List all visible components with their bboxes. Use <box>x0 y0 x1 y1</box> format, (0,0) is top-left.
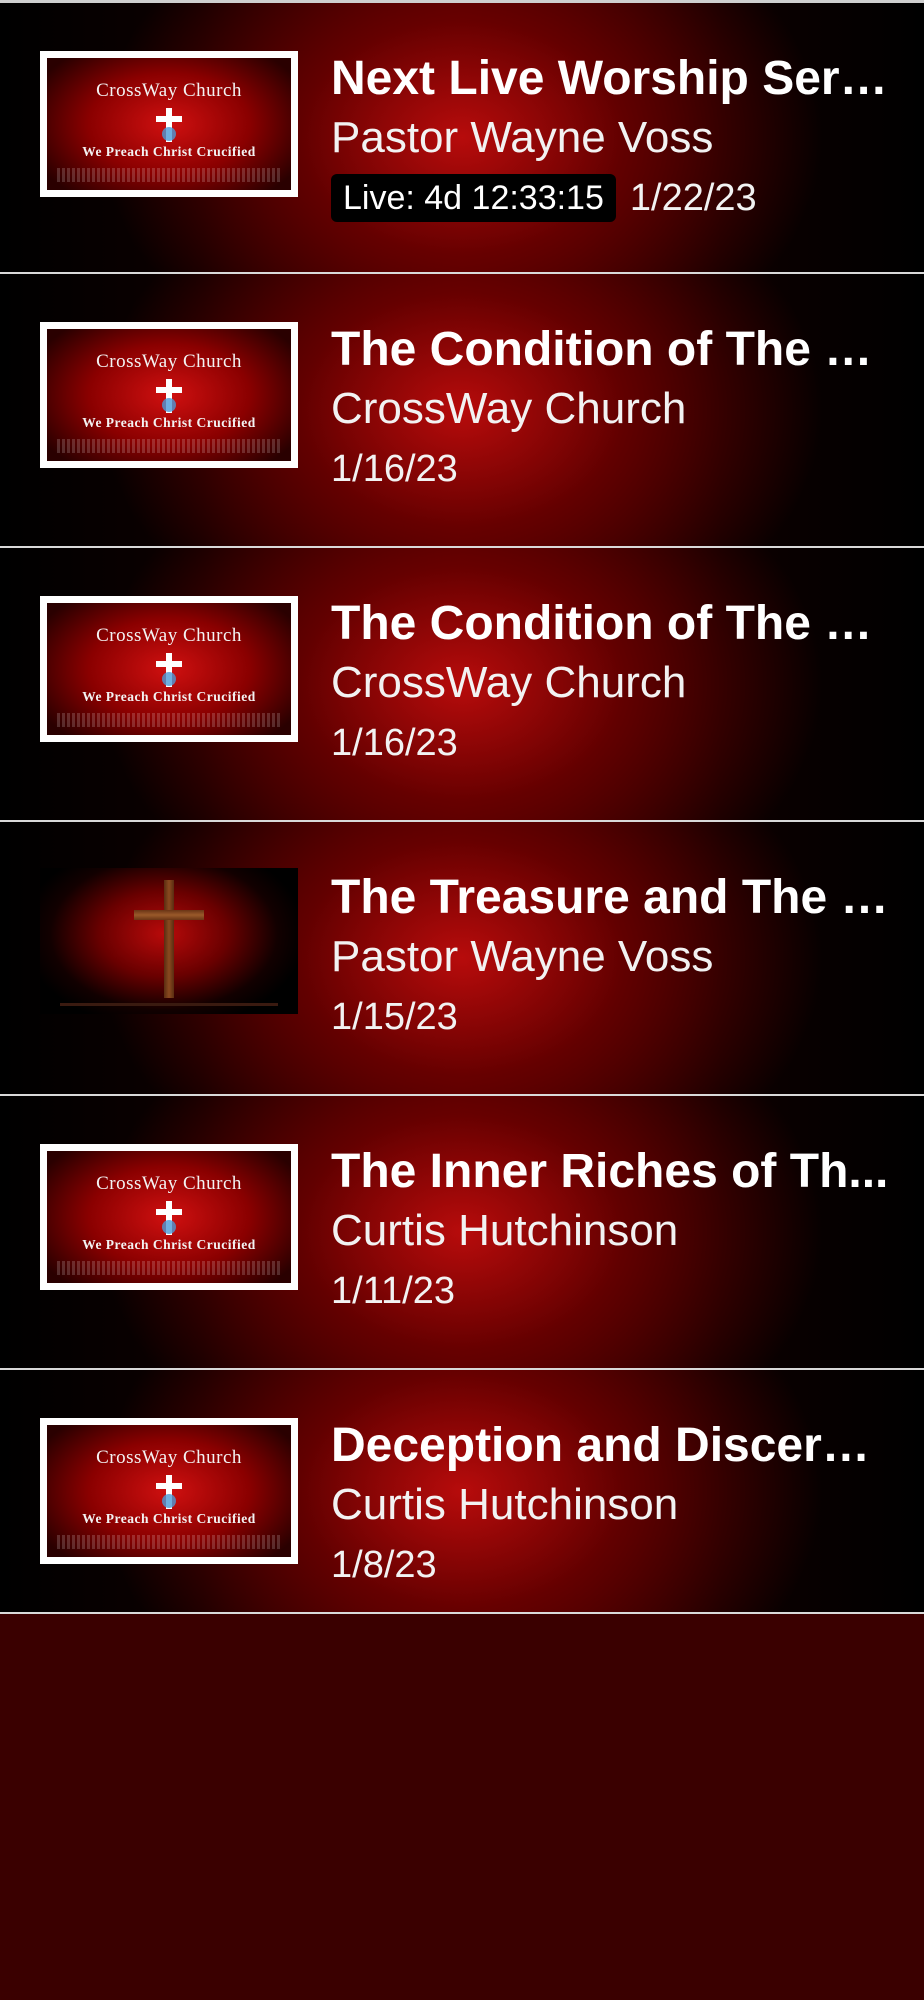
sermon-list-item[interactable]: CrossWay Church We Preach Christ Crucifi… <box>0 274 924 548</box>
logo-title: CrossWay Church <box>96 1173 242 1194</box>
sermon-title: The Condition of The C... <box>331 597 891 650</box>
wooden-cross-icon <box>134 880 204 1000</box>
logo-tagline: We Preach Christ Crucified <box>82 415 256 430</box>
sermon-list: CrossWay Church We Preach Christ Crucifi… <box>0 0 924 1614</box>
live-countdown-badge: Live: 4d 12:33:15 <box>331 174 616 222</box>
cross-icon <box>156 1475 182 1509</box>
logo-tagline: We Preach Christ Crucified <box>82 1237 256 1252</box>
sermon-date: 1/22/23 <box>629 177 757 219</box>
logo-title: CrossWay Church <box>96 625 242 646</box>
sermon-speaker: Pastor Wayne Voss <box>331 932 714 981</box>
sermon-list-item[interactable]: CrossWay Church We Preach Christ Crucifi… <box>0 1096 924 1370</box>
sermon-list-item[interactable]: CrossWay Church We Preach Christ Crucifi… <box>0 0 924 274</box>
sermon-thumbnail: CrossWay Church We Preach Christ Crucifi… <box>40 596 298 742</box>
sermon-speaker: Pastor Wayne Voss <box>331 113 714 162</box>
sermon-list-item[interactable]: The Treasure and The T... Pastor Wayne V… <box>0 822 924 1096</box>
logo-title: CrossWay Church <box>96 80 242 101</box>
logo-tagline: We Preach Christ Crucified <box>82 689 256 704</box>
sermon-date: 1/16/23 <box>331 448 458 490</box>
sermon-thumbnail: CrossWay Church We Preach Christ Crucifi… <box>40 322 298 468</box>
cross-icon <box>156 1201 182 1235</box>
sermon-thumbnail: CrossWay Church We Preach Christ Crucifi… <box>40 1418 298 1564</box>
cross-icon <box>156 653 182 687</box>
sermon-thumbnail: CrossWay Church We Preach Christ Crucifi… <box>40 1144 298 1290</box>
sermon-list-item[interactable]: CrossWay Church We Preach Christ Crucifi… <box>0 1370 924 1614</box>
sermon-list-item[interactable]: CrossWay Church We Preach Christ Crucifi… <box>0 548 924 822</box>
sermon-title: Next Live Worship Serv... <box>331 52 891 105</box>
sermon-date: 1/16/23 <box>331 722 458 764</box>
sermon-date: 1/15/23 <box>331 996 458 1038</box>
sermon-date: 1/8/23 <box>331 1544 437 1586</box>
cross-icon <box>156 379 182 413</box>
sermon-thumbnail <box>40 868 298 1014</box>
logo-tagline: We Preach Christ Crucified <box>82 144 256 159</box>
sermon-thumbnail: CrossWay Church We Preach Christ Crucifi… <box>40 51 298 197</box>
sermon-speaker: Curtis Hutchinson <box>331 1480 679 1529</box>
cross-icon <box>156 108 182 142</box>
logo-title: CrossWay Church <box>96 351 242 372</box>
sermon-title: The Treasure and The T... <box>331 871 891 924</box>
sermon-speaker: CrossWay Church <box>331 658 687 707</box>
sermon-title: The Inner Riches of Th... <box>331 1145 889 1198</box>
logo-tagline: We Preach Christ Crucified <box>82 1511 256 1526</box>
logo-title: CrossWay Church <box>96 1447 242 1468</box>
sermon-speaker: Curtis Hutchinson <box>331 1206 679 1255</box>
sermon-speaker: CrossWay Church <box>331 384 687 433</box>
sermon-title: The Condition of The C... <box>331 323 891 376</box>
sermon-title: Deception and Discern... <box>331 1419 891 1472</box>
sermon-date: 1/11/23 <box>331 1270 455 1312</box>
